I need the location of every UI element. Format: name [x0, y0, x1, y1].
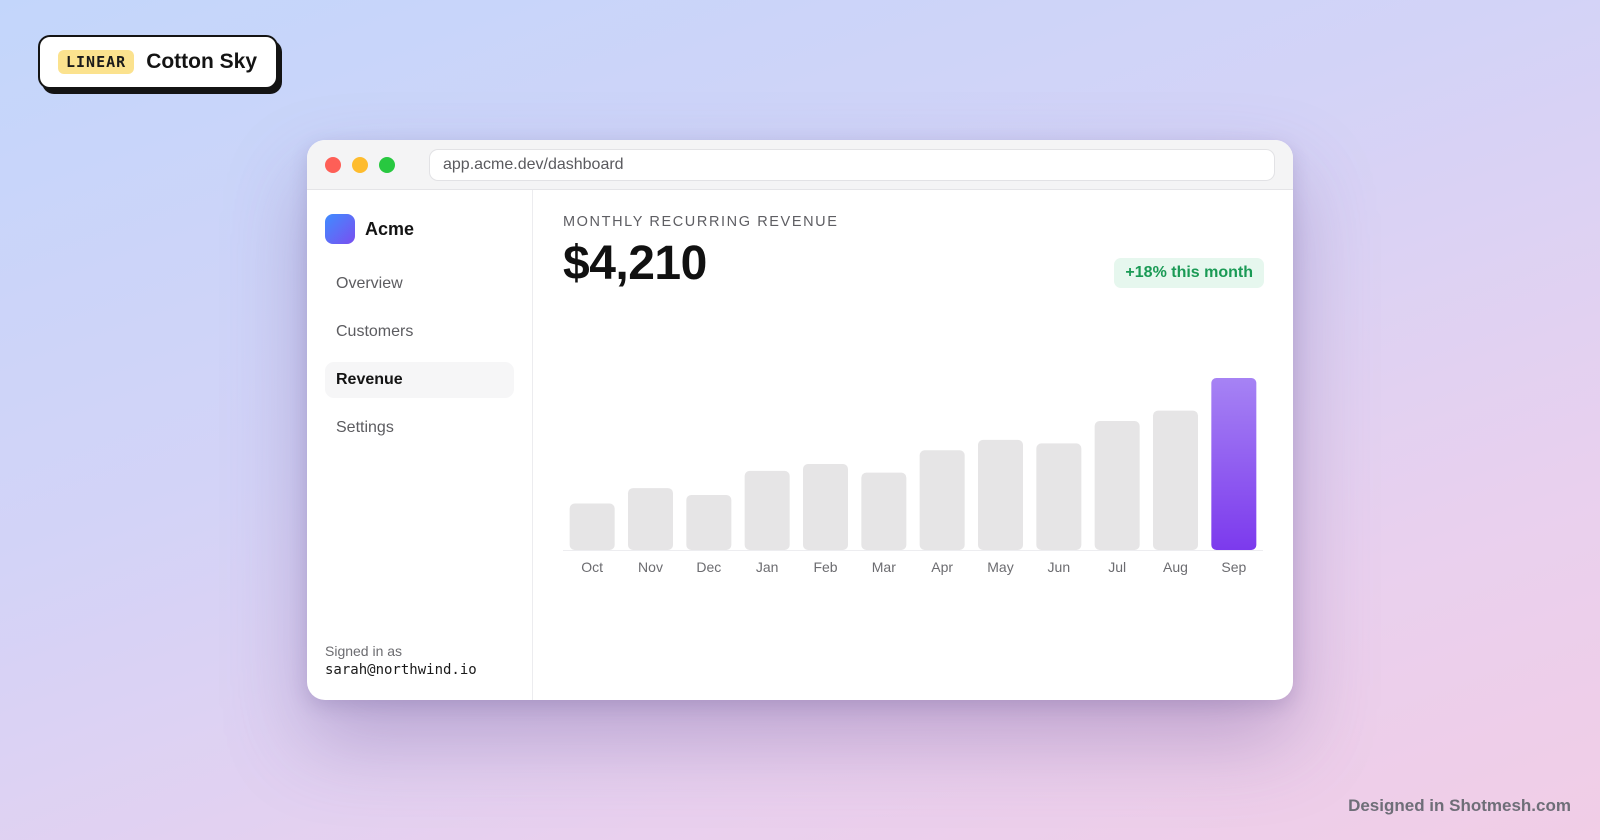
metric-label: MONTHLY RECURRING REVENUE [563, 214, 839, 230]
chart-bar-may[interactable] [978, 439, 1023, 550]
brand: Acme [325, 214, 514, 244]
x-tick-label: Jan [756, 559, 779, 575]
footer-credit: Designed in Shotmesh.com [1348, 796, 1571, 815]
signed-in-label: Signed in as [325, 643, 403, 659]
browser-window: app.acme.dev/dashboard Acme Overview Cus… [307, 140, 1293, 700]
brand-name: Acme [365, 218, 415, 239]
chart-bar-feb[interactable] [803, 464, 848, 550]
revenue-bar-chart: Oct Nov Dec Jan Feb Mar Apr May Jun Jul Aug Sep [563, 378, 1263, 575]
x-tick-label: Feb [813, 559, 837, 575]
chart-bar-jan[interactable] [744, 470, 790, 550]
chart-bar-mar[interactable] [861, 472, 907, 550]
sidebar-item-revenue[interactable]: Revenue [325, 362, 514, 398]
browser-titlebar: app.acme.dev/dashboard [307, 140, 1293, 190]
badge-tag: LINEAR [58, 50, 135, 74]
maximize-window-button[interactable] [379, 156, 395, 173]
signed-in-info: Signed in as sarah@northwind.io [325, 643, 477, 678]
x-tick-label: Jun [1048, 559, 1071, 575]
signed-in-email: sarah@northwind.io [325, 662, 477, 678]
x-tick-label: May [987, 559, 1013, 575]
chart-bar-apr[interactable] [919, 450, 965, 550]
app-content: Acme Overview Customers Revenue Settings… [307, 190, 1293, 700]
x-tick-label: Aug [1163, 559, 1188, 575]
sidebar-item-customers[interactable]: Customers [325, 314, 514, 350]
x-tick-label: Mar [872, 559, 896, 575]
brand-logo-icon [325, 214, 355, 244]
x-tick-label: Jul [1108, 559, 1126, 575]
address-bar[interactable]: app.acme.dev/dashboard [429, 148, 1275, 181]
chart-bar-jul[interactable] [1094, 421, 1140, 550]
chart-bar-nov[interactable] [628, 488, 673, 550]
chart-bar-jun[interactable] [1036, 443, 1082, 550]
minimize-window-button[interactable] [352, 156, 368, 173]
x-tick-label: Apr [931, 559, 953, 575]
x-tick-label: Nov [638, 559, 663, 575]
theme-badge: LINEAR Cotton Sky [38, 35, 282, 94]
change-badge: +18% this month [1114, 258, 1264, 288]
sidebar: Acme Overview Customers Revenue Settings… [307, 190, 533, 700]
x-tick-label: Oct [581, 559, 603, 575]
badge-name: Cotton Sky [146, 50, 258, 73]
x-tick-label: Dec [696, 559, 721, 575]
chart-bar-aug[interactable] [1153, 410, 1198, 550]
badge-card: LINEAR Cotton Sky [38, 35, 278, 89]
chart-bar-oct[interactable] [569, 503, 615, 550]
x-tick-label: Sep [1221, 559, 1246, 575]
chart-bar-sep[interactable] [1211, 378, 1257, 550]
close-window-button[interactable] [325, 156, 341, 173]
sidebar-item-overview[interactable]: Overview [325, 266, 514, 302]
chart-bar-dec[interactable] [686, 494, 732, 550]
main-panel: MONTHLY RECURRING REVENUE $4,210 +18% th… [533, 190, 1293, 700]
sidebar-item-settings[interactable]: Settings [325, 410, 514, 446]
